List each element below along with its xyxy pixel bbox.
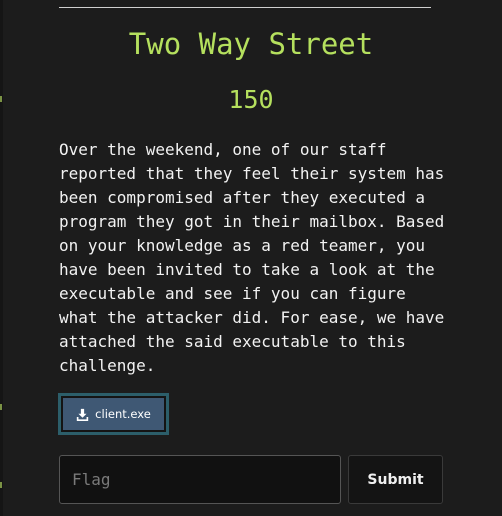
- challenge-title: Two Way Street: [128, 27, 374, 61]
- challenge-points: 150: [228, 85, 274, 114]
- edge-mark: [0, 404, 2, 410]
- download-attachment-button[interactable]: client.exe: [58, 393, 169, 435]
- challenge-modal: Two Way Street 150 Over the weekend, one…: [0, 0, 502, 516]
- download-icon: [76, 408, 89, 421]
- left-edge-strip: [0, 0, 3, 516]
- flag-input[interactable]: [59, 455, 341, 504]
- top-divider: [59, 7, 431, 8]
- edge-mark: [0, 482, 2, 488]
- download-attachment-button-body[interactable]: client.exe: [63, 398, 164, 430]
- challenge-description: Over the weekend, one of our staff repor…: [59, 140, 445, 375]
- attachment-filename: client.exe: [95, 407, 151, 421]
- submit-button[interactable]: Submit: [348, 455, 443, 504]
